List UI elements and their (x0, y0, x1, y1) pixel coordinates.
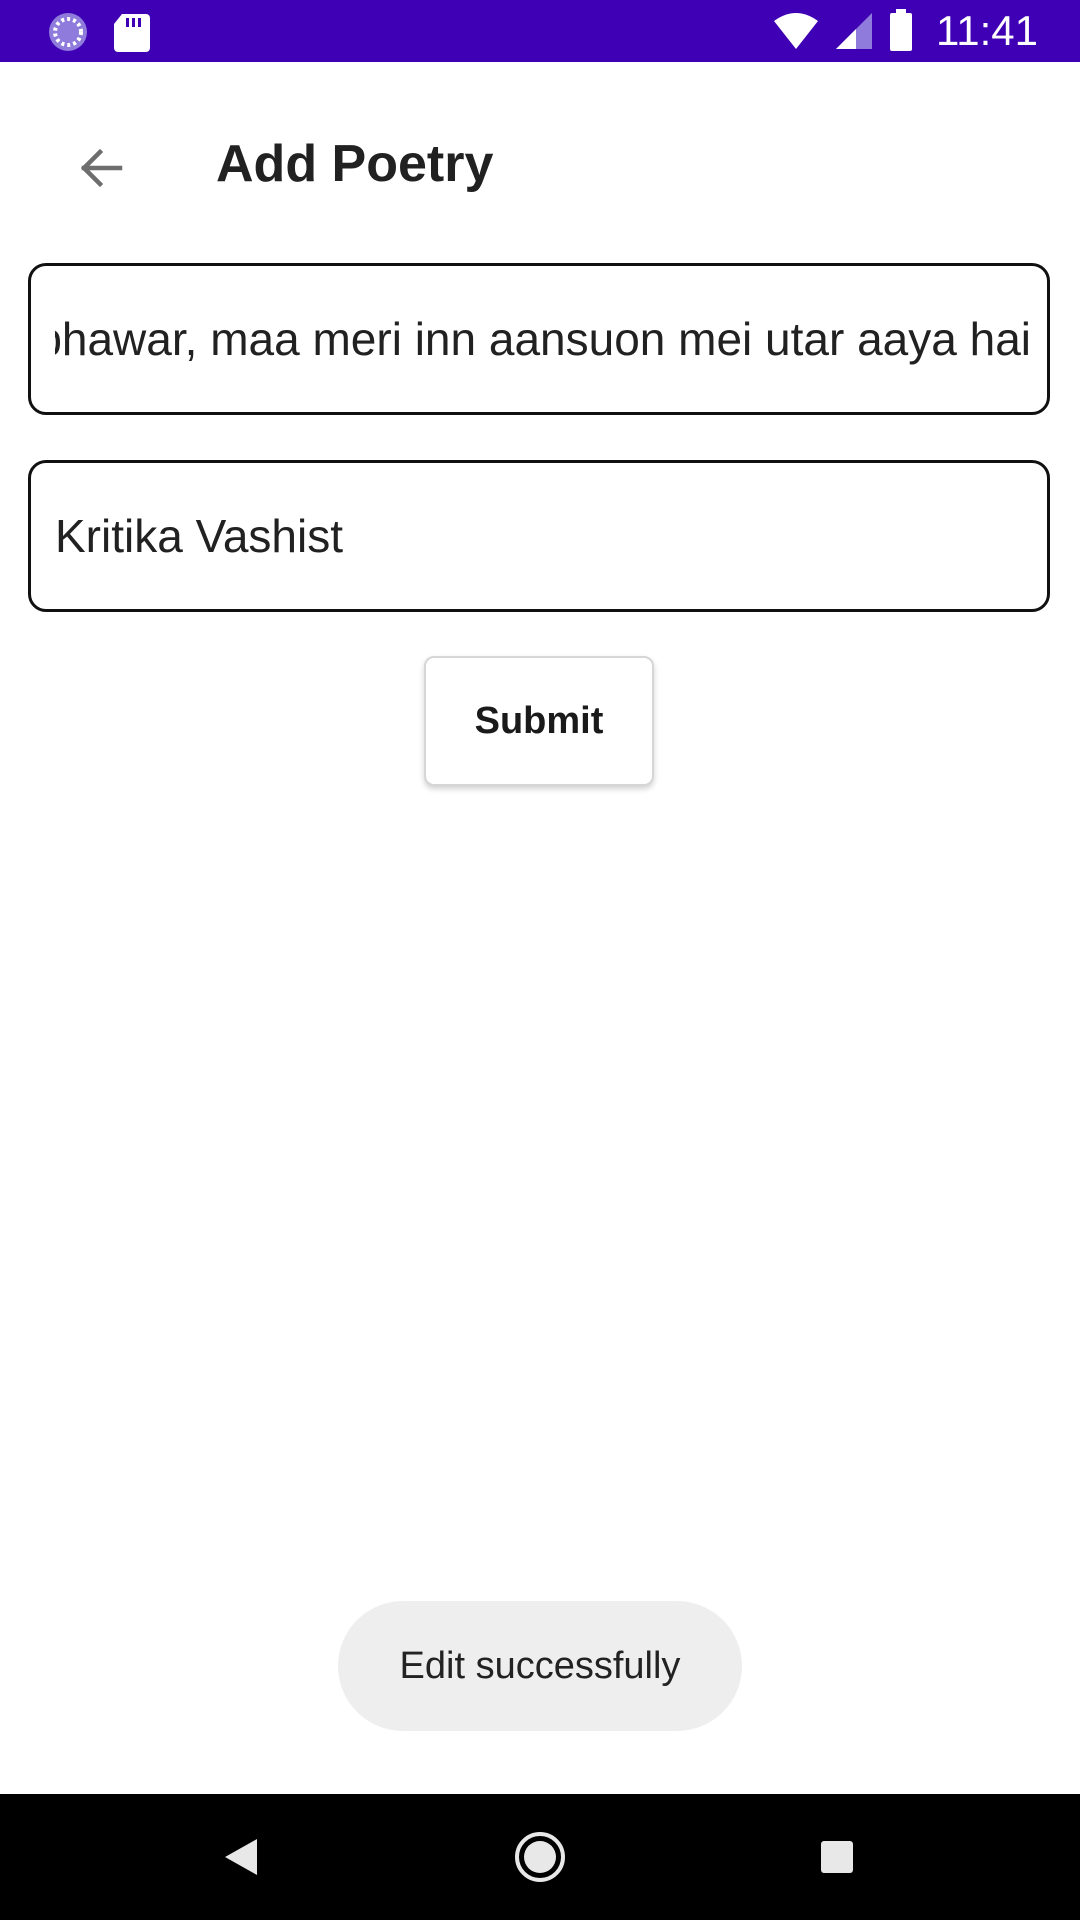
status-bar-right: 11:41 (772, 0, 1038, 62)
battery-icon (890, 9, 912, 51)
app-bar: Add Poetry (0, 62, 1080, 262)
wifi-icon (774, 13, 818, 49)
status-bar-left-icons (46, 10, 216, 59)
nav-recents-icon (821, 1841, 853, 1873)
page-title: Add Poetry (216, 135, 494, 193)
sd-card-icon (114, 14, 150, 52)
nav-back-icon (225, 1839, 257, 1875)
submit-button[interactable]: Submit (424, 656, 654, 786)
poetry-input[interactable] (55, 266, 1031, 412)
nav-home-icon (515, 1832, 565, 1882)
nav-home-button[interactable] (495, 1812, 585, 1902)
status-time: 11:41 (936, 7, 1038, 54)
status-bar: 11:41 (0, 0, 1080, 62)
author-input[interactable] (55, 463, 1031, 609)
author-field[interactable] (28, 460, 1050, 612)
notification-icons (49, 13, 150, 52)
loading-icon (49, 13, 87, 51)
navigation-bar (0, 1794, 1080, 1920)
toast-message: Edit successfully (338, 1601, 742, 1731)
back-button[interactable] (60, 128, 140, 208)
arrow-back-icon (80, 148, 123, 188)
cell-signal-icon (836, 13, 872, 49)
nav-recents-button[interactable] (792, 1812, 882, 1902)
nav-back-button[interactable] (196, 1812, 286, 1902)
poetry-field[interactable] (28, 263, 1050, 415)
